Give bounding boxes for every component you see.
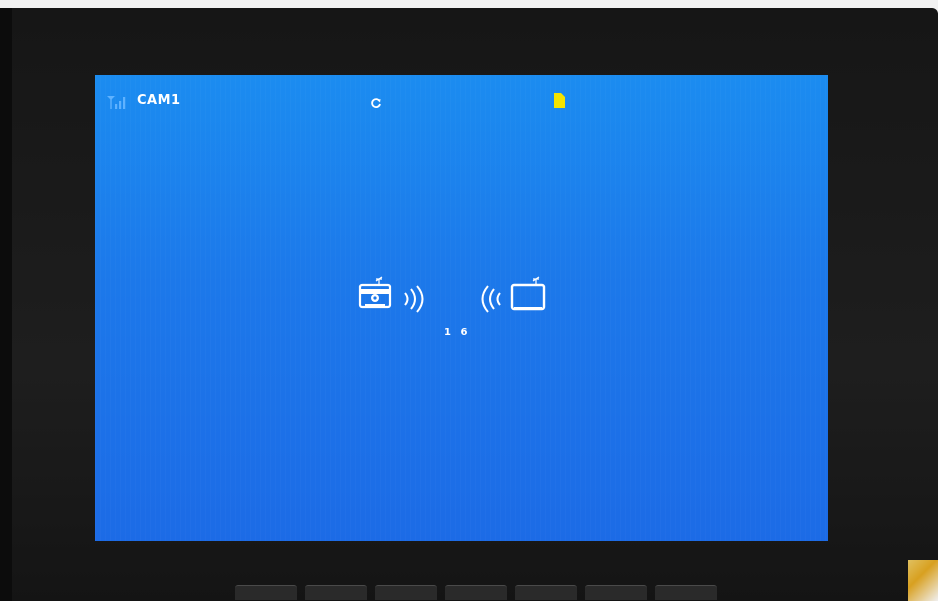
sync-icon [371, 98, 381, 108]
camera-channel-label: CAM1 [137, 93, 181, 108]
background-cable [908, 560, 938, 601]
hardware-button[interactable] [515, 585, 577, 600]
monitor-receiver-icon [510, 276, 546, 311]
camera-transmitter-icon [358, 276, 392, 309]
hardware-button[interactable] [445, 585, 507, 600]
hardware-button[interactable] [375, 585, 437, 600]
hardware-button[interactable] [305, 585, 367, 600]
hardware-button[interactable] [235, 585, 297, 600]
monitor-screen: CAM1 1 6 [95, 75, 828, 541]
screen-texture [95, 75, 828, 541]
bezel-edge [0, 8, 12, 601]
hardware-button[interactable] [585, 585, 647, 600]
device-photo: CAM1 1 6 [0, 0, 938, 601]
sd-card-icon [554, 93, 565, 108]
signal-strength-icon [107, 96, 126, 109]
wireless-waves-in-icon [481, 285, 501, 313]
wireless-waves-out-icon [404, 285, 424, 313]
hardware-button[interactable] [655, 585, 717, 600]
pairing-countdown: 1 6 [444, 327, 471, 338]
